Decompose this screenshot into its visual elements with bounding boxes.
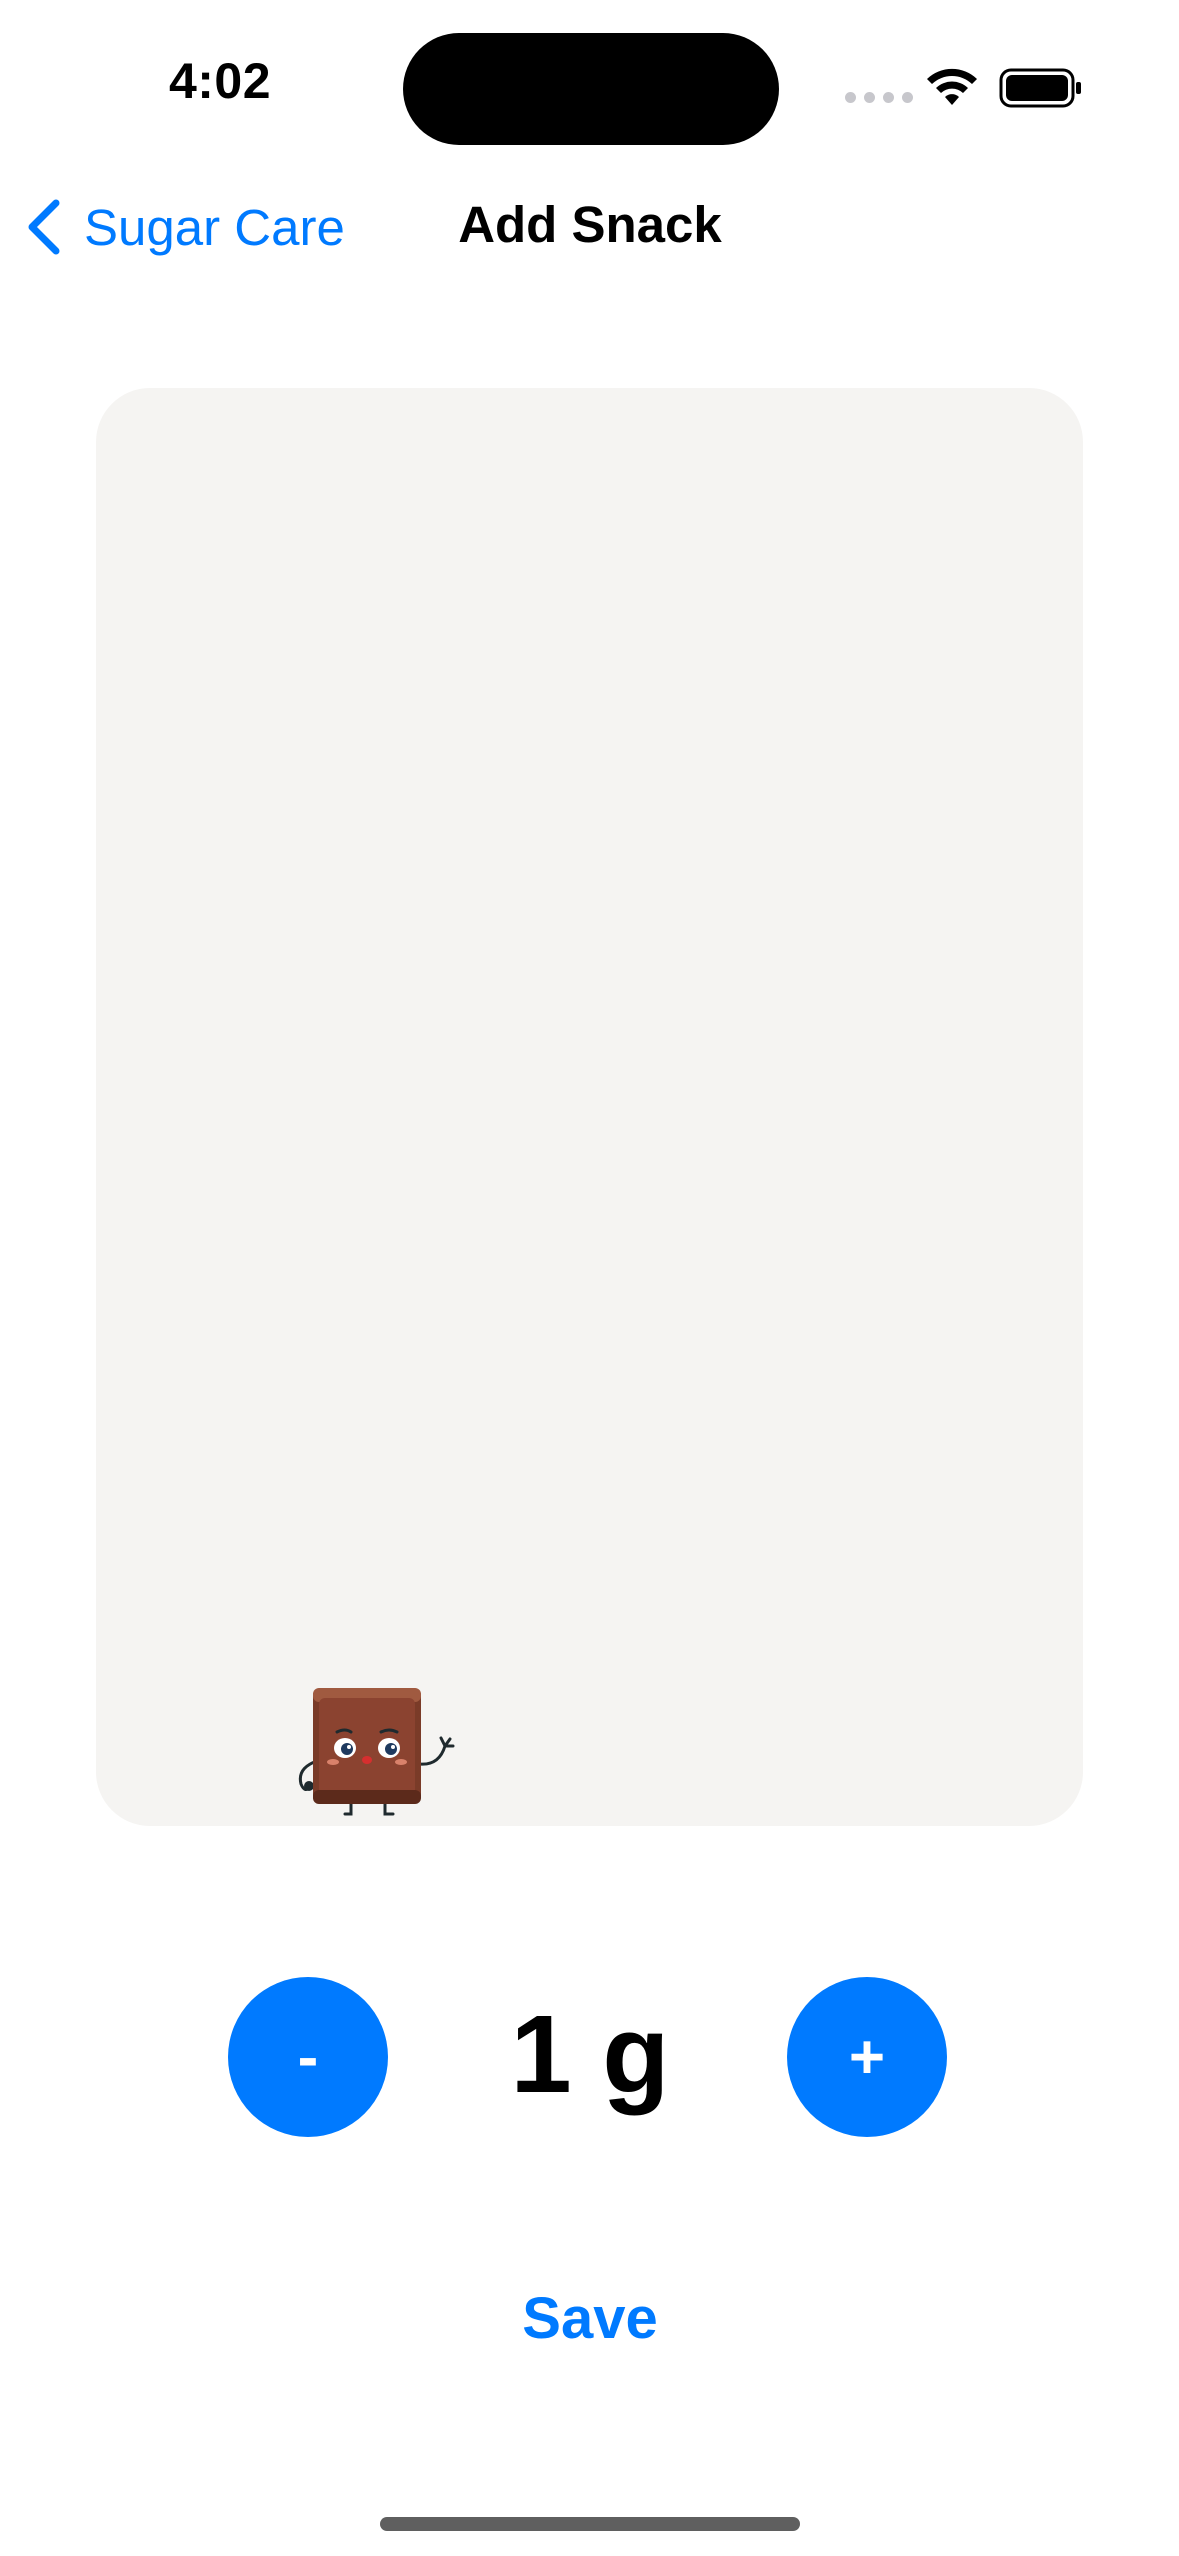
- wifi-icon: [927, 68, 977, 105]
- snack-canvas[interactable]: [96, 388, 1083, 1826]
- add-snack-screen: 4:02 Sugar Care Add Snack - 1 g + Save: [0, 0, 1179, 2556]
- increase-button-label: +: [848, 2022, 886, 2092]
- back-button[interactable]: Sugar Care: [22, 190, 345, 264]
- battery-icon: [999, 68, 1081, 108]
- chocolate-character-icon[interactable]: [289, 1686, 469, 1821]
- increase-button[interactable]: +: [787, 1977, 947, 2137]
- amount-value: 1 g: [510, 1993, 670, 2116]
- page-title: Add Snack: [458, 196, 722, 253]
- decrease-button-label: -: [297, 2022, 319, 2092]
- cellular-signal-icon: [845, 92, 913, 103]
- back-button-label: Sugar Care: [84, 198, 345, 256]
- status-time: 4:02: [168, 53, 272, 109]
- save-button[interactable]: Save: [440, 2285, 740, 2352]
- home-indicator[interactable]: [380, 2517, 800, 2531]
- chevron-left-icon: [28, 199, 60, 255]
- dynamic-island: [403, 33, 779, 145]
- decrease-button[interactable]: -: [228, 1977, 388, 2137]
